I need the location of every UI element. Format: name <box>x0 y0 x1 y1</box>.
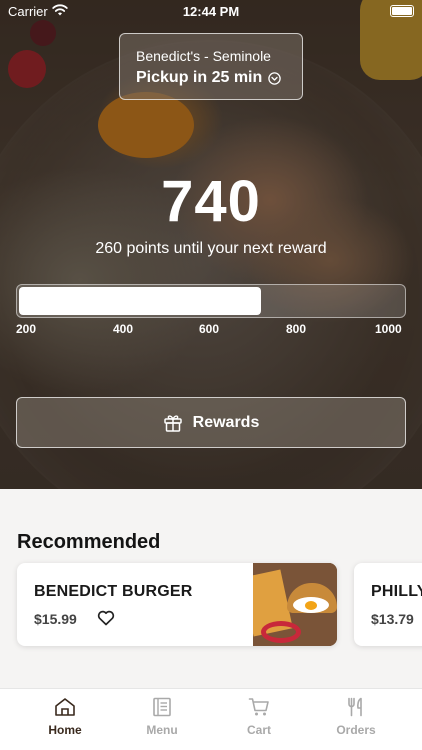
tab-label: Home <box>48 723 82 737</box>
tick-label: 200 <box>16 322 37 336</box>
tab-label: Menu <box>146 723 178 737</box>
points-caption: 260 points until your next reward <box>95 240 327 257</box>
tick-label: 800 <box>286 322 307 336</box>
fork-knife-icon <box>348 697 362 717</box>
rewards-progress-fill <box>19 287 261 315</box>
points-total: 740 <box>161 169 261 234</box>
section-title: Recommended <box>17 531 161 553</box>
item-price: $15.99 <box>34 611 77 627</box>
rewards-progress-bar <box>16 284 406 318</box>
tick-label: 600 <box>199 322 220 336</box>
heart-icon[interactable] <box>97 610 115 626</box>
tab-home[interactable]: Home <box>17 697 113 737</box>
status-bar: Carrier 12:44 PM <box>0 0 422 22</box>
recommended-card[interactable]: BENEDICT BURGER $15.99 <box>17 563 337 646</box>
pickup-label: Pickup in 25 min <box>136 69 263 86</box>
tick-label: 1000 <box>375 322 402 336</box>
tab-cart[interactable]: Cart <box>211 697 307 737</box>
recommended-card[interactable]: PHILLY $13.79 <box>354 563 422 646</box>
clock: 12:44 PM <box>182 4 240 19</box>
rewards-button-label: Rewards <box>192 413 260 431</box>
battery-icon <box>390 5 414 17</box>
item-name: BENEDICT BURGER <box>34 583 193 600</box>
chevron-down-circle-icon <box>268 71 282 85</box>
cart-icon <box>248 698 269 716</box>
menu-book-icon <box>153 697 171 717</box>
location-selector[interactable]: Benedict's - Seminole Pickup in 25 min <box>119 33 303 100</box>
rewards-button[interactable]: Rewards <box>16 397 406 448</box>
item-name: PHILLY <box>371 583 422 600</box>
tab-label: Orders <box>336 723 376 737</box>
tab-orders[interactable]: Orders <box>308 697 404 737</box>
tab-label: Cart <box>246 723 271 737</box>
item-price: $13.79 <box>371 611 414 627</box>
progress-ticks: 200 400 600 800 1000 <box>16 322 406 338</box>
hero-background: Carrier 12:44 PM Benedict's - Seminole P… <box>0 0 422 489</box>
store-name: Benedict's - Seminole <box>136 48 271 64</box>
tab-bar: Home Menu Cart Orders <box>0 688 422 750</box>
pickup-time: Pickup in 25 min <box>136 69 288 87</box>
burger-image <box>253 563 337 646</box>
gift-icon <box>163 414 182 432</box>
tick-label: 400 <box>113 322 134 336</box>
tab-menu[interactable]: Menu <box>114 697 210 737</box>
home-icon <box>55 698 75 716</box>
